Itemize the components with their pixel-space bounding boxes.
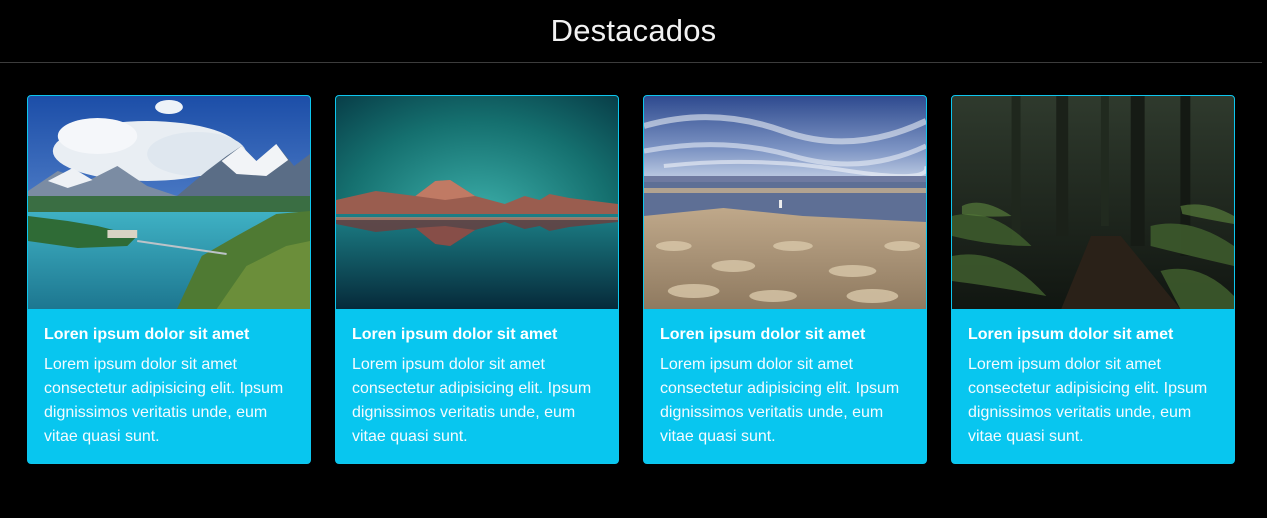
card-2[interactable]: Loren ipsum dolor sit amet Lorem ipsum d… [335,95,619,464]
section-header: Destacados [0,0,1267,62]
card-title: Loren ipsum dolor sit amet [44,326,250,343]
forest-path-image [952,96,1234,309]
card-text: Lorem ipsum dolor sit amet consectetur a… [44,356,284,445]
card-1[interactable]: Loren ipsum dolor sit amet Lorem ipsum d… [27,95,311,464]
card-3[interactable]: Loren ipsum dolor sit amet Lorem ipsum d… [643,95,927,464]
card-title: Loren ipsum dolor sit amet [968,326,1174,343]
featured-page: Destacados Loren ipsum dolor sit amet Lo… [0,0,1267,518]
card-4[interactable]: Loren ipsum dolor sit amet Lorem ipsum d… [951,95,1235,464]
mountain-lake-image [28,96,310,309]
card-grid: Loren ipsum dolor sit amet Lorem ipsum d… [27,95,1235,464]
card-text: Lorem ipsum dolor sit amet consectetur a… [660,356,900,445]
card-body: Loren ipsum dolor sit amet Lorem ipsum d… [644,309,926,449]
card-body: Loren ipsum dolor sit amet Lorem ipsum d… [336,309,618,449]
card-title: Loren ipsum dolor sit amet [352,326,558,343]
salt-flat-image [644,96,926,309]
card-text: Lorem ipsum dolor sit amet consectetur a… [352,356,592,445]
card-body: Loren ipsum dolor sit amet Lorem ipsum d… [952,309,1234,449]
card-text: Lorem ipsum dolor sit amet consectetur a… [968,356,1208,445]
section-title: Destacados [550,13,717,48]
card-title: Loren ipsum dolor sit amet [660,326,866,343]
header-divider [0,62,1262,63]
mountain-reflection-image [336,96,618,309]
card-body: Loren ipsum dolor sit amet Lorem ipsum d… [28,309,310,449]
